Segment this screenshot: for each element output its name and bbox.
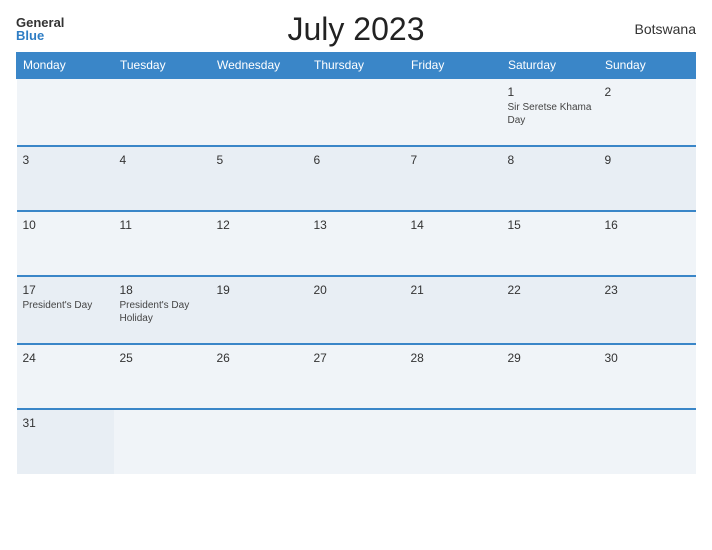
day-number: 2 (605, 85, 690, 99)
weekday-header: Thursday (308, 53, 405, 79)
calendar-day-cell: 1 Sir Seretse Khama Day (502, 78, 599, 146)
day-number: 3 (23, 153, 108, 167)
calendar-day-cell: 20 (308, 276, 405, 344)
weekday-header: Sunday (599, 53, 696, 79)
calendar-week-row: 31 (17, 409, 696, 474)
calendar-day-cell: 17 President's Day (17, 276, 114, 344)
day-number: 9 (605, 153, 690, 167)
calendar-day-cell (599, 409, 696, 474)
calendar-day-cell: 28 (405, 344, 502, 409)
calendar-day-cell: 31 (17, 409, 114, 474)
day-number: 25 (120, 351, 205, 365)
calendar-day-cell (114, 409, 211, 474)
day-number: 17 (23, 283, 108, 297)
day-number: 10 (23, 218, 108, 232)
weekday-header: Saturday (502, 53, 599, 79)
calendar-day-cell: 9 (599, 146, 696, 211)
country-name: Botswana (635, 21, 696, 37)
day-number: 14 (411, 218, 496, 232)
calendar-day-cell: 24 (17, 344, 114, 409)
weekday-header: Friday (405, 53, 502, 79)
day-number: 5 (217, 153, 302, 167)
weekday-header: Tuesday (114, 53, 211, 79)
day-number: 26 (217, 351, 302, 365)
calendar-day-cell: 30 (599, 344, 696, 409)
day-number: 29 (508, 351, 593, 365)
calendar-day-cell: 14 (405, 211, 502, 276)
logo-blue-text: Blue (16, 29, 44, 42)
day-number: 31 (23, 416, 108, 430)
calendar-day-cell (308, 409, 405, 474)
calendar-header: General Blue July 2023 Botswana (16, 16, 696, 42)
day-number: 30 (605, 351, 690, 365)
day-number: 12 (217, 218, 302, 232)
calendar-day-cell: 12 (211, 211, 308, 276)
day-number: 22 (508, 283, 593, 297)
calendar-day-cell: 16 (599, 211, 696, 276)
day-number: 15 (508, 218, 593, 232)
day-number: 11 (120, 218, 205, 232)
calendar-week-row: 1 Sir Seretse Khama Day 2 (17, 78, 696, 146)
day-number: 8 (508, 153, 593, 167)
day-number: 16 (605, 218, 690, 232)
calendar-day-cell: 3 (17, 146, 114, 211)
calendar-day-cell (405, 409, 502, 474)
day-number: 1 (508, 85, 593, 99)
holiday-label: Sir Seretse Khama Day (508, 101, 593, 127)
calendar-day-cell: 26 (211, 344, 308, 409)
day-number: 21 (411, 283, 496, 297)
calendar-day-cell (308, 78, 405, 146)
calendar-header-row: MondayTuesdayWednesdayThursdayFridaySatu… (17, 53, 696, 79)
calendar-day-cell (211, 409, 308, 474)
day-number: 24 (23, 351, 108, 365)
calendar-week-row: 10 11 12 13 14 15 16 (17, 211, 696, 276)
calendar-day-cell (502, 409, 599, 474)
day-number: 27 (314, 351, 399, 365)
day-number: 19 (217, 283, 302, 297)
weekday-header: Monday (17, 53, 114, 79)
calendar-body: 1Sir Seretse Khama Day234567891011121314… (17, 78, 696, 474)
calendar-day-cell: 10 (17, 211, 114, 276)
weekday-header: Wednesday (211, 53, 308, 79)
calendar-day-cell: 2 (599, 78, 696, 146)
holiday-label: President's Day (23, 299, 108, 312)
calendar-day-cell: 7 (405, 146, 502, 211)
calendar-day-cell (114, 78, 211, 146)
calendar-day-cell (211, 78, 308, 146)
day-number: 4 (120, 153, 205, 167)
calendar-day-cell: 29 (502, 344, 599, 409)
calendar-day-cell: 27 (308, 344, 405, 409)
day-number: 23 (605, 283, 690, 297)
calendar-day-cell: 19 (211, 276, 308, 344)
calendar-week-row: 3456789 (17, 146, 696, 211)
calendar-day-cell: 22 (502, 276, 599, 344)
calendar-day-cell: 8 (502, 146, 599, 211)
calendar-day-cell: 25 (114, 344, 211, 409)
logo: General Blue (16, 16, 64, 42)
calendar-day-cell: 21 (405, 276, 502, 344)
calendar-week-row: 24 25 26 27 28 29 30 (17, 344, 696, 409)
calendar-day-cell: 11 (114, 211, 211, 276)
day-number: 7 (411, 153, 496, 167)
calendar-day-cell (17, 78, 114, 146)
calendar-day-cell: 4 (114, 146, 211, 211)
calendar-week-row: 17 President's Day 18 President's Day Holid… (17, 276, 696, 344)
calendar-title: July 2023 (288, 11, 425, 48)
calendar-day-cell: 15 (502, 211, 599, 276)
calendar-day-cell (405, 78, 502, 146)
day-number: 18 (120, 283, 205, 297)
calendar-day-cell: 13 (308, 211, 405, 276)
calendar-day-cell: 6 (308, 146, 405, 211)
day-number: 28 (411, 351, 496, 365)
weekday-row: MondayTuesdayWednesdayThursdayFridaySatu… (17, 53, 696, 79)
day-number: 13 (314, 218, 399, 232)
day-number: 20 (314, 283, 399, 297)
calendar-day-cell: 18 President's Day Holiday (114, 276, 211, 344)
day-number: 6 (314, 153, 399, 167)
holiday-label: President's Day Holiday (120, 299, 205, 325)
calendar-day-cell: 23 (599, 276, 696, 344)
calendar-table: MondayTuesdayWednesdayThursdayFridaySatu… (16, 52, 696, 474)
calendar-day-cell: 5 (211, 146, 308, 211)
